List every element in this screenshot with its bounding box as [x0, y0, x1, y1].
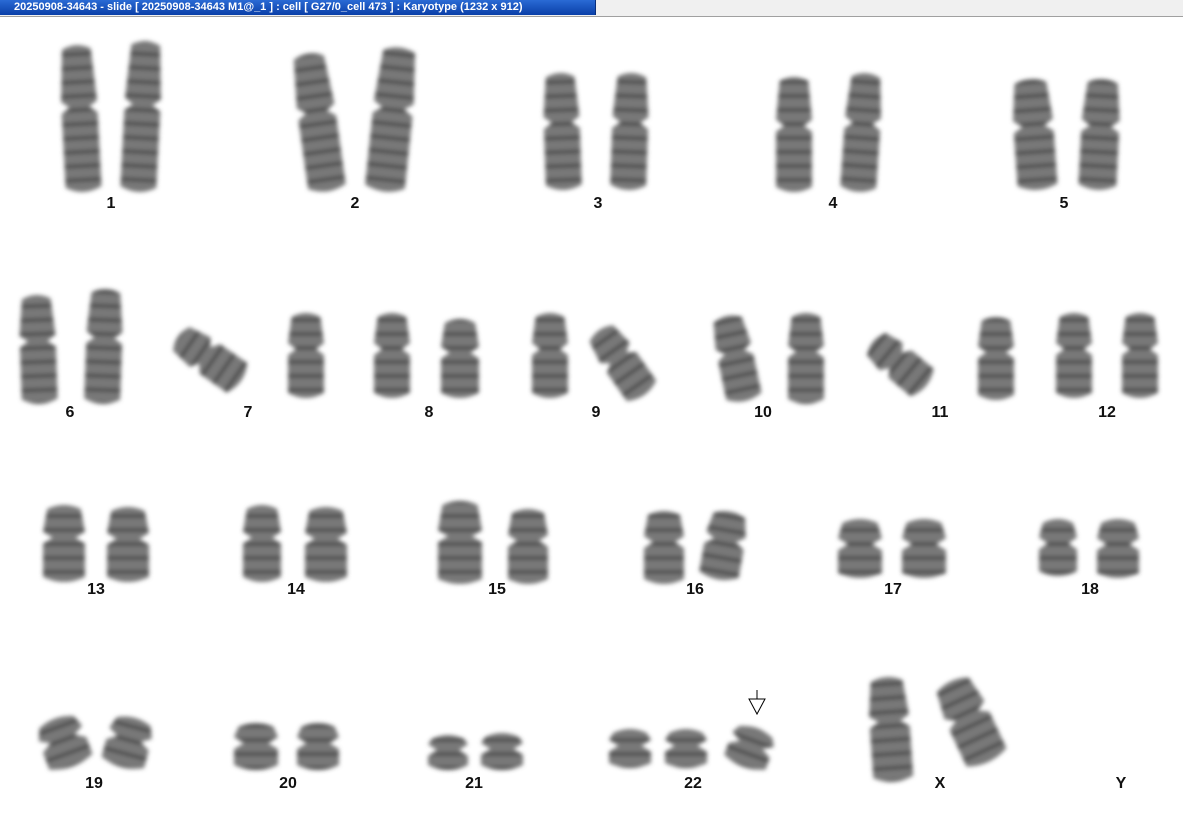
arrow-down-icon: [748, 690, 766, 716]
chromosome-9-a: [532, 313, 568, 398]
label-chromosome-14: 14: [287, 581, 305, 598]
label-chromosome-9: 9: [591, 404, 601, 421]
chromosome-x-b: [936, 677, 1007, 767]
chromosome-8-a: [374, 313, 410, 398]
chromosome-3-b: [610, 73, 649, 190]
label-chromosome-3: 3: [593, 195, 603, 212]
label-chromosome-y: Y: [1115, 775, 1127, 792]
chromosome-2-b: [365, 47, 416, 192]
chromosome-14-b: [305, 507, 347, 582]
label-chromosome-x: X: [934, 775, 946, 792]
label-chromosome-19: 19: [85, 775, 103, 792]
chromosome-20-b: [297, 723, 339, 770]
chromosome-22-a: [609, 729, 651, 768]
chromosome-16-a: [644, 511, 684, 584]
chromosome-18-b: [1097, 519, 1139, 578]
label-chromosome-4: 4: [828, 195, 838, 212]
chromosome-19-a: [38, 715, 93, 770]
chromosome-15-b: [508, 509, 548, 584]
label-chromosome-5: 5: [1059, 195, 1069, 212]
label-chromosome-22: 22: [684, 775, 702, 792]
label-chromosome-16: 16: [686, 581, 704, 598]
chromosome-15-a: [438, 501, 482, 584]
window-titlebar: 20250908-34643 - slide [ 20250908-34643 …: [0, 0, 1183, 17]
chromosome-18-a: [1039, 519, 1077, 576]
label-chromosome-13: 13: [87, 581, 105, 598]
label-chromosome-15: 15: [488, 581, 506, 598]
chromosome-10-b: [788, 313, 824, 404]
chromosome-19-b: [101, 716, 152, 769]
label-chromosome-11: 11: [931, 404, 949, 421]
label-chromosome-7: 7: [243, 404, 253, 421]
chromosome-21-a: [428, 735, 468, 770]
chromosome-1-a: [61, 45, 102, 192]
chromosome-4-b: [840, 73, 882, 192]
chromosome-4-a: [776, 77, 812, 192]
chromosome-7-a: [173, 327, 248, 393]
label-chromosome-12: 12: [1098, 404, 1116, 421]
chromosome-16-b: [699, 511, 746, 581]
chromosome-21-b: [481, 733, 523, 770]
label-chromosome-21: 21: [465, 775, 483, 792]
label-chromosome-17: 17: [884, 581, 902, 598]
chromosome-1-b: [120, 41, 161, 192]
chromosome-12-b: [1122, 313, 1158, 398]
chromosome-2-a: [293, 53, 346, 192]
window-title-tab[interactable]: 20250908-34643 - slide [ 20250908-34643 …: [0, 0, 596, 15]
chromosome-9-b: [589, 325, 657, 402]
chromosome-11-b: [978, 317, 1014, 400]
chromosome-22-c: [724, 725, 774, 770]
chromosome-3-a: [543, 73, 582, 190]
label-chromosome-18: 18: [1081, 581, 1099, 598]
label-chromosome-6: 6: [65, 404, 75, 421]
chromosome-12-a: [1056, 313, 1092, 398]
label-chromosome-10: 10: [754, 404, 772, 421]
chromosome-5-a: [1013, 79, 1058, 190]
chromosome-10-a: [713, 315, 762, 402]
chromosome-11-a: [866, 333, 934, 397]
karyotype-canvas: 1 2 3 4 5 6 7 8 9 10 11 12 13 14 15 16 1…: [0, 17, 1183, 824]
chromosome-14-a: [243, 505, 281, 582]
chromosome-7-b: [288, 313, 324, 398]
chromosome-22-b: [665, 729, 707, 768]
chromosome-17-a: [838, 519, 882, 578]
chromosome-20-a: [234, 723, 278, 770]
chromosome-8-b: [441, 319, 479, 398]
chromosome-x-a: [869, 677, 914, 782]
label-chromosome-2: 2: [350, 195, 360, 212]
chromosome-6-a: [19, 295, 58, 404]
label-chromosome-20: 20: [279, 775, 297, 792]
label-chromosome-8: 8: [424, 404, 434, 421]
chromosome-13-b: [107, 507, 149, 582]
label-chromosome-1: 1: [106, 195, 116, 212]
chromosome-17-b: [902, 519, 946, 578]
chromosome-5-b: [1078, 79, 1120, 190]
chromosome-6-b: [84, 289, 123, 404]
chromosome-13-a: [43, 505, 85, 582]
